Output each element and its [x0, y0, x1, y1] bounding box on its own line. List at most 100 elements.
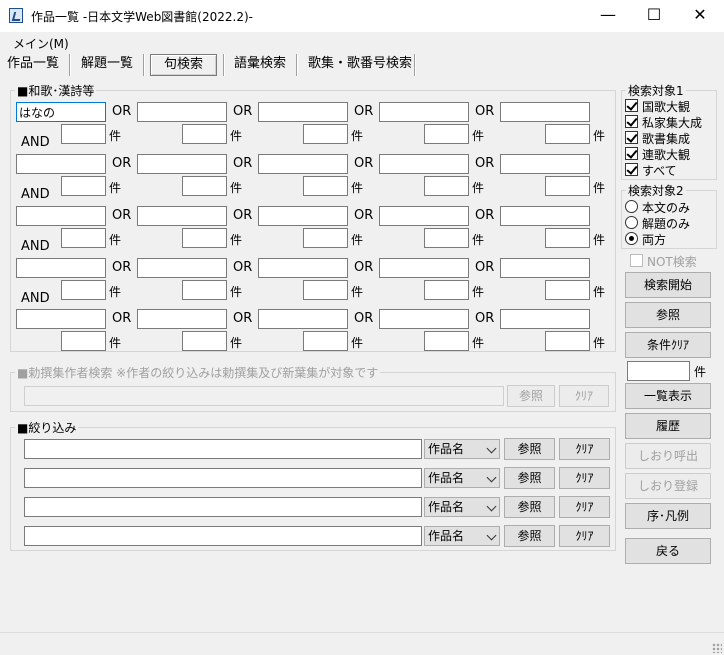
checkbox-box[interactable] — [625, 147, 638, 160]
or-label: OR — [233, 104, 253, 119]
or-label: OR — [354, 208, 374, 223]
not-search-box[interactable] — [630, 254, 643, 267]
or-label: OR — [354, 260, 374, 275]
waka-term-input[interactable] — [16, 309, 106, 329]
target1-checkbox[interactable]: 私家集大成 — [625, 113, 717, 130]
filter-clear-button[interactable]: ｸﾘｱ — [559, 496, 610, 518]
filter-clear-button[interactable]: ｸﾘｱ — [559, 438, 610, 460]
target1-checkbox[interactable]: 連歌大観 — [625, 145, 717, 162]
waka-term-input[interactable] — [500, 309, 590, 329]
and-label: AND — [21, 135, 50, 150]
filter-field-select[interactable]: 作品名 — [424, 468, 500, 488]
radio-button[interactable] — [625, 216, 638, 229]
radio-button[interactable] — [625, 200, 638, 213]
menu-main[interactable]: メイン(M) — [13, 35, 69, 52]
tab-anthology-search[interactable]: 歌集・歌番号検索 — [305, 54, 415, 76]
filter-ref-button[interactable]: 参照 — [504, 438, 555, 460]
waka-term-input[interactable] — [258, 258, 348, 278]
checkbox-box[interactable] — [625, 131, 638, 144]
filter-field-select[interactable]: 作品名 — [424, 497, 500, 517]
target2-radio[interactable]: 本文のみ — [625, 198, 717, 215]
waka-count-field — [182, 228, 227, 248]
waka-term-input[interactable] — [258, 309, 348, 329]
search-start-button[interactable]: 検索開始 — [625, 272, 711, 298]
waka-term-input[interactable] — [137, 154, 227, 174]
legend-button[interactable]: 序･凡例 — [625, 503, 711, 529]
author-ref-button[interactable]: 参照 — [507, 385, 555, 407]
target2-radio[interactable]: 解題のみ — [625, 214, 717, 231]
clear-conditions-button[interactable]: 条件ｸﾘｱ — [625, 332, 711, 358]
resize-grip[interactable] — [712, 643, 722, 653]
or-label: OR — [475, 311, 495, 326]
ref-button[interactable]: 参照 — [625, 302, 711, 328]
waka-term-input[interactable] — [258, 206, 348, 226]
target1-checkbox[interactable]: すべて — [625, 161, 717, 178]
filter-group-label: ■絞り込み — [15, 419, 79, 436]
filter-clear-button[interactable]: ｸﾘｱ — [559, 525, 610, 547]
back-button[interactable]: 戻る — [625, 538, 711, 564]
waka-term-input[interactable] — [500, 102, 590, 122]
waka-term-input[interactable] — [137, 258, 227, 278]
waka-term-input[interactable] — [16, 154, 106, 174]
waka-count-unit: 件 — [351, 181, 364, 195]
filter-clear-button[interactable]: ｸﾘｱ — [559, 467, 610, 489]
close-button[interactable]: ✕ — [677, 0, 723, 32]
waka-term-input[interactable] — [379, 258, 469, 278]
waka-term-input[interactable] — [500, 154, 590, 174]
target2-label: 検索対象2 — [626, 182, 686, 199]
bookmark-save-button[interactable]: しおり登録 — [625, 473, 711, 499]
waka-term-input[interactable] — [137, 102, 227, 122]
history-button[interactable]: 履歴 — [625, 413, 711, 439]
waka-count-field — [545, 176, 590, 196]
filter-input[interactable] — [24, 526, 422, 546]
maximize-button[interactable]: ☐ — [631, 0, 677, 32]
filter-ref-button[interactable]: 参照 — [504, 525, 555, 547]
checkbox-box[interactable] — [625, 163, 638, 176]
author-input[interactable] — [24, 386, 504, 406]
tab-vocabulary-search[interactable]: 語彙検索 — [231, 54, 289, 76]
bookmark-call-button[interactable]: しおり呼出 — [625, 443, 711, 469]
tab-works-list[interactable]: 作品一覧 — [4, 54, 62, 76]
radio-button[interactable] — [625, 232, 638, 245]
or-label: OR — [233, 311, 253, 326]
waka-term-input[interactable] — [500, 206, 590, 226]
waka-term-input[interactable] — [137, 206, 227, 226]
waka-term-input[interactable] — [16, 102, 106, 122]
waka-count-field — [303, 124, 348, 144]
tab-phrase-search[interactable]: 句検索 — [150, 54, 217, 76]
waka-term-input[interactable] — [379, 206, 469, 226]
waka-count-field — [61, 280, 106, 300]
author-clear-button[interactable]: ｸﾘｱ — [559, 385, 609, 407]
list-view-button[interactable]: 一覧表示 — [625, 383, 711, 409]
waka-term-input[interactable] — [379, 154, 469, 174]
filter-ref-button[interactable]: 参照 — [504, 496, 555, 518]
checkbox-box[interactable] — [625, 115, 638, 128]
target1-checkbox[interactable]: 歌書集成 — [625, 129, 717, 146]
waka-term-input[interactable] — [16, 206, 106, 226]
target2-radio[interactable]: 両方 — [625, 230, 717, 247]
not-search-checkbox[interactable]: NOT検索 — [630, 252, 720, 269]
filter-ref-button[interactable]: 参照 — [504, 467, 555, 489]
filter-input[interactable] — [24, 439, 422, 459]
waka-term-input[interactable] — [258, 154, 348, 174]
waka-count-field — [182, 331, 227, 351]
waka-count-field — [61, 124, 106, 144]
filter-field-select[interactable]: 作品名 — [424, 526, 500, 546]
waka-term-input[interactable] — [500, 258, 590, 278]
target1-item-label: すべて — [642, 164, 677, 178]
or-label: OR — [354, 104, 374, 119]
target1-checkbox[interactable]: 国歌大観 — [625, 97, 717, 114]
waka-term-input[interactable] — [379, 309, 469, 329]
checkbox-box[interactable] — [625, 99, 638, 112]
filter-input[interactable] — [24, 468, 422, 488]
filter-field-select[interactable]: 作品名 — [424, 439, 500, 459]
filter-input[interactable] — [24, 497, 422, 517]
or-label: OR — [233, 260, 253, 275]
waka-term-input[interactable] — [16, 258, 106, 278]
minimize-button[interactable]: — — [585, 0, 631, 32]
waka-count-field — [182, 176, 227, 196]
waka-term-input[interactable] — [137, 309, 227, 329]
waka-term-input[interactable] — [258, 102, 348, 122]
waka-term-input[interactable] — [379, 102, 469, 122]
tab-commentary-list[interactable]: 解題一覧 — [78, 54, 136, 76]
